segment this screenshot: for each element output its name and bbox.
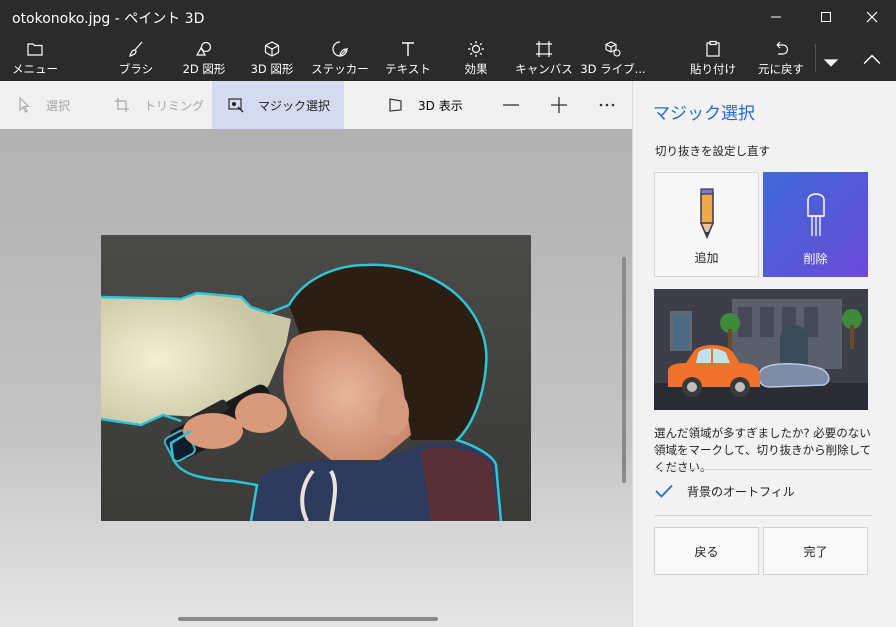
text-icon	[402, 42, 414, 56]
magic-select-panel: マジック選択 切り抜きを設定し直す 追加 削除 選んだ領域が多すぎましたか? 必…	[632, 81, 896, 627]
autofill-checkbox[interactable]: 背景のオートフィル	[654, 481, 795, 501]
eraser-icon	[806, 193, 825, 236]
select-label: 選択	[46, 98, 71, 113]
undo-label: 元に戻す	[758, 62, 804, 76]
view-3d-label: 3D 表示	[418, 98, 463, 113]
crop-icon	[115, 98, 129, 112]
cube-icon	[264, 41, 280, 57]
add-mode-button[interactable]: 追加	[654, 172, 759, 277]
library-3d-icon	[605, 41, 621, 57]
menu-label: メニュー	[12, 62, 58, 76]
ribbon-divider	[815, 44, 816, 72]
close-button[interactable]	[850, 0, 894, 34]
library-3d-label: 3D ライブ...	[580, 62, 646, 76]
canvas-area[interactable]	[0, 129, 632, 627]
sticker-button[interactable]: ステッカー	[311, 34, 369, 81]
chevron-up-icon	[863, 54, 881, 65]
checkmark-icon	[655, 484, 673, 498]
brush-icon	[129, 41, 143, 57]
panel-divider	[654, 515, 872, 516]
more-options-button[interactable]	[598, 81, 630, 129]
text-label: テキスト	[385, 62, 431, 76]
shapes-3d-button[interactable]: 3D 図形	[248, 34, 296, 81]
view-3d-icon	[389, 98, 402, 112]
shapes-3d-label: 3D 図形	[250, 62, 294, 76]
maximize-button[interactable]	[804, 0, 848, 34]
remove-illustration	[654, 289, 868, 410]
tool-options-bar: 選択 トリミング マジック選択 3D 表示	[0, 81, 632, 129]
minimize-icon	[771, 16, 781, 18]
panel-title: マジック選択	[653, 104, 755, 124]
vertical-scrollbar[interactable]	[622, 257, 626, 483]
canvas-label: キャンバス	[515, 62, 573, 76]
undo-button[interactable]: 元に戻す	[756, 34, 806, 81]
panel-divider	[654, 469, 872, 470]
checkbox-box[interactable]	[654, 481, 674, 501]
close-icon	[866, 11, 878, 23]
caret-down-icon	[823, 59, 839, 67]
canvas-button[interactable]: キャンバス	[515, 34, 573, 81]
undo-icon	[776, 41, 789, 55]
shapes-2d-label: 2D 図形	[182, 62, 226, 76]
canvas-icon	[536, 41, 552, 57]
zoom-out-button[interactable]	[502, 81, 534, 129]
sticker-label: ステッカー	[311, 62, 369, 76]
menu-button[interactable]: メニュー	[12, 34, 58, 81]
magic-select-button[interactable]: マジック選択	[212, 81, 344, 129]
maximize-icon	[821, 12, 831, 22]
library-3d-button[interactable]: 3D ライブ...	[580, 34, 646, 81]
window-title: otokonoko.jpg - ペイント 3D	[12, 11, 205, 27]
shapes-2d-button[interactable]: 2D 図形	[180, 34, 228, 81]
magic-select-icon	[228, 98, 244, 113]
paste-label: 貼り付け	[690, 62, 736, 76]
undo-dropdown-button[interactable]	[820, 34, 842, 81]
ribbon: メニュー ブラシ 2D 図形 3D 図形 ステッカー テキスト 効果 キャンバス…	[0, 34, 896, 81]
view-3d-button[interactable]: 3D 表示	[388, 81, 463, 129]
effects-label: 効果	[464, 62, 488, 76]
plus-icon	[551, 97, 567, 113]
panel-subtitle: 切り抜きを設定し直す	[655, 144, 770, 158]
magic-select-label: マジック選択	[258, 98, 331, 113]
effects-button[interactable]: 効果	[456, 34, 496, 81]
select-button[interactable]: 選択	[18, 81, 70, 129]
paste-icon	[706, 40, 720, 57]
pencil-icon	[699, 188, 714, 239]
folder-icon	[27, 43, 43, 56]
collapse-ribbon-button[interactable]	[852, 34, 892, 81]
photo-image[interactable]	[101, 235, 531, 521]
remove-mode-label: 削除	[803, 252, 828, 266]
done-button[interactable]: 完了	[763, 527, 868, 575]
brush-label: ブラシ	[118, 62, 154, 76]
crop-label: トリミング	[144, 98, 205, 113]
remove-mode-button[interactable]: 削除	[763, 172, 868, 277]
text-button[interactable]: テキスト	[385, 34, 431, 81]
minimize-button[interactable]	[754, 0, 798, 34]
sticker-icon	[332, 41, 348, 57]
crop-button[interactable]: トリミング	[114, 81, 204, 129]
shapes-2d-icon	[195, 41, 212, 56]
autofill-label: 背景のオートフィル	[687, 484, 795, 499]
horizontal-scrollbar[interactable]	[178, 617, 438, 621]
brush-button[interactable]: ブラシ	[114, 34, 158, 81]
minus-icon	[503, 104, 519, 106]
title-bar: otokonoko.jpg - ペイント 3D	[0, 0, 896, 34]
zoom-in-button[interactable]	[550, 81, 582, 129]
effects-icon	[468, 41, 484, 57]
pointer-icon	[19, 97, 30, 113]
back-button[interactable]: 戻る	[654, 527, 759, 575]
paste-button[interactable]: 貼り付け	[690, 34, 736, 81]
ellipsis-icon	[599, 103, 615, 107]
add-mode-label: 追加	[694, 251, 719, 265]
